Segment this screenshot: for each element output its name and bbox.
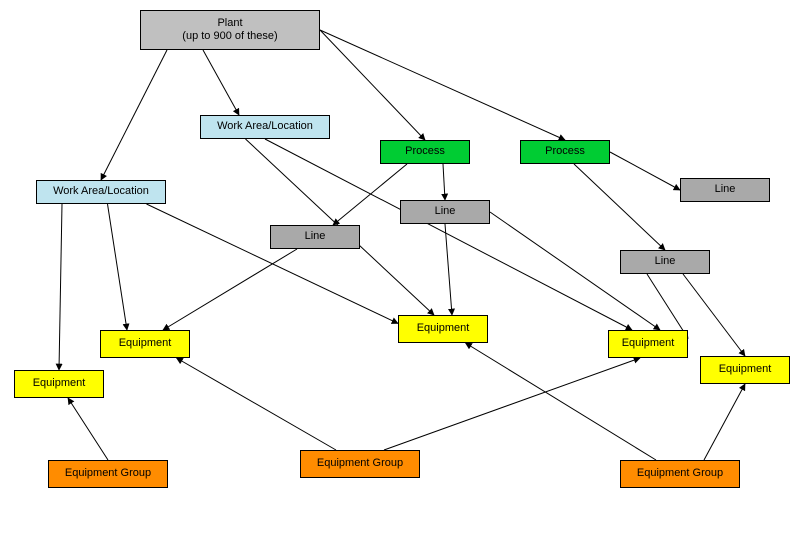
plant-label-line1: Plant xyxy=(182,17,277,30)
node-work-area-1: Work Area/Location xyxy=(200,115,330,139)
diagram-canvas: { "nodes": { "plant": {"label_line1":"Pl… xyxy=(0,0,806,541)
edge xyxy=(320,30,565,140)
label: Equipment xyxy=(719,363,772,376)
plant-label-line2: (up to 900 of these) xyxy=(182,30,277,43)
edge xyxy=(610,152,680,190)
label: Equipment Group xyxy=(317,457,403,470)
label: Process xyxy=(545,145,585,158)
label: Line xyxy=(435,205,456,218)
edge xyxy=(333,164,407,225)
edge xyxy=(163,249,297,330)
edge xyxy=(704,384,745,460)
node-equipment-5: Equipment xyxy=(14,370,104,398)
label: Equipment Group xyxy=(65,467,151,480)
edge xyxy=(683,274,745,356)
node-work-area-2: Work Area/Location xyxy=(36,180,166,204)
label: Line xyxy=(305,230,326,243)
edge xyxy=(466,343,657,460)
node-line-c: Line xyxy=(270,225,360,249)
label: Line xyxy=(715,183,736,196)
edge xyxy=(68,398,108,460)
edge xyxy=(384,358,640,450)
label: Work Area/Location xyxy=(53,185,149,198)
node-equipment-3: Equipment xyxy=(608,330,688,358)
node-process-1: Process xyxy=(380,140,470,164)
edge xyxy=(59,204,62,370)
edge xyxy=(101,50,167,180)
node-equipment-2: Equipment xyxy=(398,315,488,343)
node-equipment-group-2: Equipment Group xyxy=(300,450,420,478)
edge xyxy=(147,204,399,323)
edge xyxy=(108,204,128,330)
label: Process xyxy=(405,145,445,158)
label: Work Area/Location xyxy=(217,120,313,133)
label: Equipment xyxy=(622,337,675,350)
node-equipment-group-3: Equipment Group xyxy=(620,460,740,488)
edge xyxy=(177,358,337,450)
label: Equipment xyxy=(33,377,86,390)
label: Equipment Group xyxy=(637,467,723,480)
node-equipment-group-1: Equipment Group xyxy=(48,460,168,488)
edge xyxy=(574,164,665,250)
node-line-d: Line xyxy=(620,250,710,274)
edge xyxy=(445,224,452,315)
edge xyxy=(647,274,688,338)
label: Equipment xyxy=(417,322,470,335)
node-process-2: Process xyxy=(520,140,610,164)
node-line-a: Line xyxy=(680,178,770,202)
edge xyxy=(320,30,425,140)
node-line-b: Line xyxy=(400,200,490,224)
node-equipment-4: Equipment xyxy=(700,356,790,384)
label: Line xyxy=(655,255,676,268)
node-plant: Plant (up to 900 of these) xyxy=(140,10,320,50)
label: Equipment xyxy=(119,337,172,350)
node-equipment-1: Equipment xyxy=(100,330,190,358)
edge xyxy=(203,50,239,115)
edge xyxy=(443,164,445,200)
